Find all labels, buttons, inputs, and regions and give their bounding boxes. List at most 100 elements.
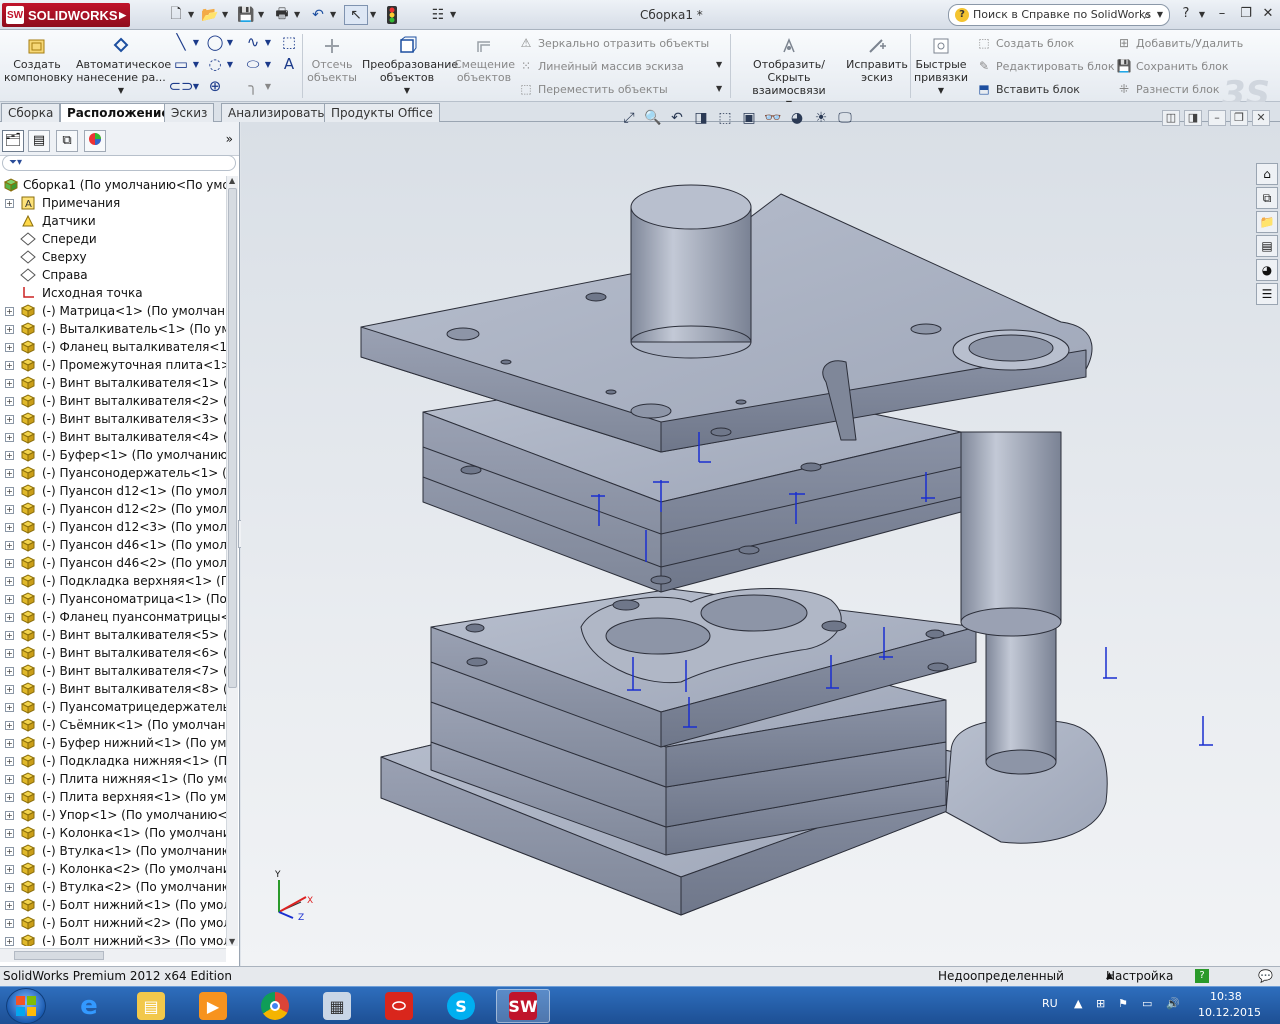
scroll-thumb[interactable] xyxy=(14,951,104,960)
tree-item[interactable]: + (-) Винт выталкивателя<5> (По у xyxy=(0,626,226,644)
tree-item[interactable]: + (-) Винт выталкивателя<4> (По у xyxy=(0,428,226,446)
arc-icon[interactable]: ◌ xyxy=(204,54,226,74)
expand-icon[interactable]: + xyxy=(5,847,14,856)
tree-item[interactable]: + (-) Упор<1> (По умолчанию<<П xyxy=(0,806,226,824)
taskbar-explorer[interactable]: ▤ xyxy=(124,989,178,1023)
chevron-up-icon[interactable]: ▲ xyxy=(1074,997,1082,1010)
tree-item[interactable]: + (-) Подкладка верхняя<1> (По ум xyxy=(0,572,226,590)
tree-item[interactable]: + (-) Пуансонодержатель<1> (По у xyxy=(0,464,226,482)
taskbar-calculator[interactable]: ▦ xyxy=(310,989,364,1023)
network-icon[interactable]: ▭ xyxy=(1142,997,1152,1010)
file-explorer-icon[interactable]: 📁 xyxy=(1256,211,1278,233)
expand-icon[interactable]: + xyxy=(5,703,14,712)
tab-evaluate[interactable]: Анализировать xyxy=(221,103,332,122)
expand-icon[interactable]: + xyxy=(5,649,14,658)
start-button[interactable] xyxy=(6,988,46,1024)
hide-show-items-icon[interactable]: 👓 xyxy=(762,107,784,129)
fillet-icon[interactable]: ╮ xyxy=(242,76,264,96)
expand-icon[interactable]: + xyxy=(5,811,14,820)
tree-item[interactable]: + (-) Плита верхняя<1> (По умолч xyxy=(0,788,226,806)
tree-item[interactable]: + (-) Фланец выталкивателя<1> (П xyxy=(0,338,226,356)
tree-item[interactable]: + (-) Болт нижний<3> (По умолча xyxy=(0,932,226,946)
minimize-icon[interactable]: – xyxy=(1208,110,1226,126)
chevron-down-icon[interactable]: ▼ xyxy=(362,84,452,97)
property-manager-tab-icon[interactable]: ▤ xyxy=(28,130,50,152)
clock-time[interactable]: 10:38 xyxy=(1210,990,1242,1003)
auto-annotation-button[interactable]: Автоматическое нанесение ра... ▼ xyxy=(76,36,171,97)
tab-sketch[interactable]: Эскиз xyxy=(164,103,215,122)
chevron-down-icon[interactable]: ▼ xyxy=(224,32,236,52)
tree-item[interactable]: Сверху xyxy=(0,248,226,266)
tree-item[interactable]: + (-) Плита нижняя<1> (По умолча xyxy=(0,770,226,788)
expand-icon[interactable]: + xyxy=(5,631,14,640)
undo-icon[interactable]: ↶ xyxy=(306,5,330,25)
language-indicator[interactable]: RU xyxy=(1042,997,1058,1010)
expand-icon[interactable]: + xyxy=(5,541,14,550)
expand-icon[interactable]: + xyxy=(5,361,14,370)
chevron-down-icon[interactable]: ▼ xyxy=(1157,5,1163,25)
expand-icon[interactable]: + xyxy=(5,919,14,928)
tree-item[interactable]: + (-) Винт выталкивателя<7> (По у xyxy=(0,662,226,680)
save-icon[interactable]: 💾 xyxy=(234,5,258,25)
help-icon[interactable]: ? xyxy=(1195,969,1209,983)
tree-item[interactable]: + (-) Болт нижний<2> (По умолча xyxy=(0,914,226,932)
tree-item[interactable]: + (-) Пуансон d12<2> (По умолчан xyxy=(0,500,226,518)
tree-item[interactable]: + (-) Болт нижний<1> (По умолча xyxy=(0,896,226,914)
tab-layout[interactable]: Расположение xyxy=(60,103,177,123)
tree-item[interactable]: + (-) Винт выталкивателя<2> (По у xyxy=(0,392,226,410)
tree-item[interactable]: + (-) Пуансон d12<1> (По умолчан xyxy=(0,482,226,500)
mirror-entities-button[interactable]: ⚠ Зеркально отразить объекты xyxy=(518,35,710,51)
taskbar-pdf[interactable]: ⬭ xyxy=(372,989,426,1023)
close-icon[interactable]: ✕ xyxy=(1258,6,1278,24)
chevron-down-icon[interactable]: ▼ xyxy=(224,54,236,74)
rebuild-traffic-light-icon[interactable] xyxy=(380,5,404,25)
tab-assembly[interactable]: Сборка xyxy=(1,103,61,122)
expand-icon[interactable]: + xyxy=(5,865,14,874)
chevron-down-icon[interactable]: ▼ xyxy=(716,84,722,93)
create-block-button[interactable]: ⬚ Создать блок xyxy=(976,35,1074,51)
chevron-down-icon[interactable]: ▼ xyxy=(190,54,202,74)
tree-root-assembly[interactable]: Сборка1 (По умолчанию<По умолч xyxy=(0,176,226,194)
expand-icon[interactable]: + xyxy=(5,469,14,478)
expand-icon[interactable]: + xyxy=(5,685,14,694)
search-icon[interactable]: ⌕ xyxy=(1144,6,1151,26)
dotted-grid-icon[interactable]: ⬚ xyxy=(278,32,300,52)
zoom-to-fit-icon[interactable]: ⤢ xyxy=(618,107,640,129)
expand-icon[interactable]: + xyxy=(5,379,14,388)
repair-sketch-button[interactable]: Исправить эскиз xyxy=(846,36,908,84)
select-cursor-icon[interactable]: ↖ xyxy=(344,5,368,25)
chevron-down-icon[interactable]: ▼ xyxy=(294,10,300,19)
expand-icon[interactable]: + xyxy=(5,595,14,604)
tree-item[interactable]: + (-) Втулка<2> (По умолчанию<< xyxy=(0,878,226,896)
action-center-icon[interactable]: ⚑ xyxy=(1118,997,1128,1010)
tree-item[interactable]: + (-) Промежуточная плита<1> (П xyxy=(0,356,226,374)
slot-icon[interactable]: ⊂⊃ xyxy=(168,76,193,96)
convert-entities-button[interactable]: Преобразование объектов ▼ xyxy=(362,36,458,97)
tree-item[interactable]: Исходная точка xyxy=(0,284,226,302)
tree-item[interactable]: + (-) Фланец пуансонматрицы<1> xyxy=(0,608,226,626)
taskbar-media[interactable]: ▶ xyxy=(186,989,240,1023)
tree-item[interactable]: + (-) Матрица<1> (По умолчанию xyxy=(0,302,226,320)
tree-item[interactable]: Датчики xyxy=(0,212,226,230)
zoom-to-area-icon[interactable]: 🔍 xyxy=(642,107,664,129)
home-icon[interactable]: ⌂ xyxy=(1256,163,1278,185)
double-chevron-right-icon[interactable]: » xyxy=(226,132,233,146)
expand-icon[interactable]: + xyxy=(5,901,14,910)
tree-item[interactable]: + (-) Буфер нижний<1> (По умолч xyxy=(0,734,226,752)
expand-icon[interactable]: + xyxy=(5,559,14,568)
view-palette-icon[interactable]: ▤ xyxy=(1256,235,1278,257)
tree-item[interactable]: Справа xyxy=(0,266,226,284)
chevron-down-icon[interactable]: ▼ xyxy=(716,60,722,69)
tree-vertical-scrollbar[interactable]: ▲ ▼ xyxy=(226,176,238,946)
edit-block-button[interactable]: ✎ Редактировать блок xyxy=(976,58,1115,74)
tree-item[interactable]: + (-) Подкладка нижняя<1> (По ум xyxy=(0,752,226,770)
expand-icon[interactable]: + xyxy=(5,505,14,514)
tree-item[interactable]: + (-) Винт выталкивателя<8> (По у xyxy=(0,680,226,698)
chevron-down-icon[interactable]: ▼ xyxy=(912,84,970,97)
expand-icon[interactable]: + xyxy=(5,199,14,208)
viewport-tile-icon[interactable]: ◫ xyxy=(1162,110,1180,126)
chevron-down-icon[interactable]: ▼ xyxy=(188,10,194,19)
apply-scene-icon[interactable]: ☀ xyxy=(810,107,832,129)
tree-item[interactable]: + (-) Втулка<1> (По умолчанию<< xyxy=(0,842,226,860)
windows-flag-icon[interactable]: ⊞ xyxy=(1096,997,1105,1010)
